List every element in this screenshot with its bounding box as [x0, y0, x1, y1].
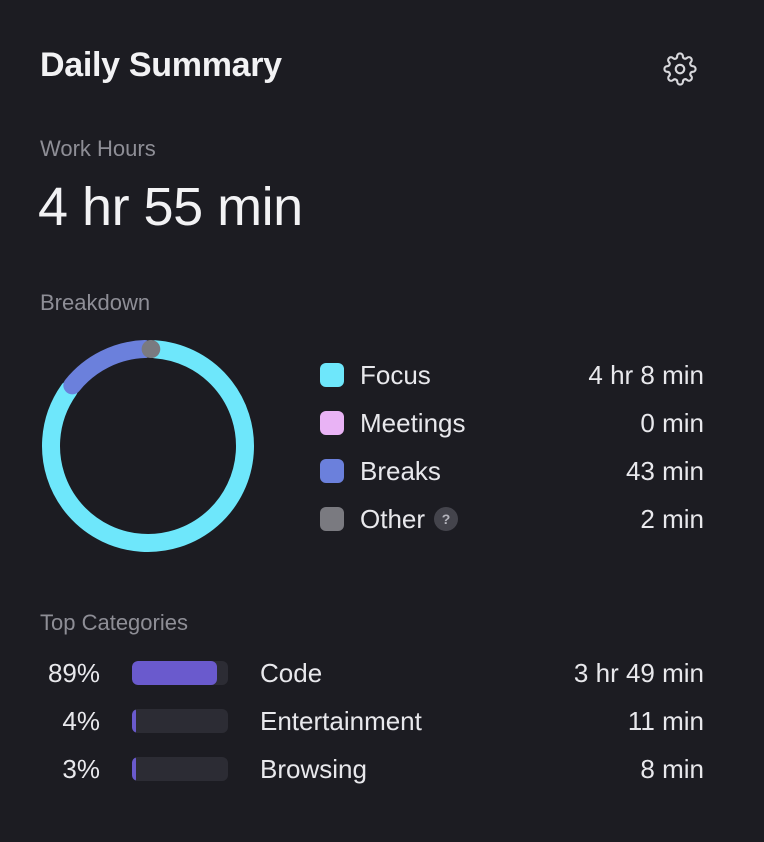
legend-value: 43 min — [625, 455, 704, 486]
meetings-swatch — [320, 411, 344, 435]
category-row-browsing: 3% Browsing 8 min — [40, 752, 704, 786]
category-row-code: 89% Code 3 hr 49 min — [40, 656, 704, 690]
other-swatch — [320, 507, 344, 531]
category-name: Entertainment — [260, 706, 422, 736]
page-title: Daily Summary — [40, 46, 282, 84]
breakdown-label: Breakdown — [40, 290, 151, 315]
category-bar-track — [132, 709, 228, 733]
category-percent: 3% — [62, 754, 100, 784]
legend-label: Focus — [360, 359, 431, 390]
legend-value: 0 min — [640, 407, 704, 438]
category-bar-track — [132, 757, 228, 781]
breakdown-donut-chart — [41, 339, 254, 552]
category-value: 8 min — [640, 754, 704, 784]
legend-label: Breaks — [360, 455, 441, 486]
legend-item-focus: Focus 4 hr 8 min — [320, 360, 704, 390]
donut-segment-breaks — [42, 339, 254, 552]
legend-item-breaks: Breaks 43 min — [320, 456, 704, 486]
legend-label: Other — [360, 503, 426, 534]
legend-item-meetings: Meetings 0 min — [320, 408, 704, 438]
category-percent: 4% — [62, 706, 100, 736]
category-name: Browsing — [260, 754, 367, 784]
category-row-entertainment: 4% Entertainment 11 min — [40, 704, 704, 738]
category-bar-track — [132, 661, 228, 685]
gear-icon[interactable] — [663, 52, 697, 86]
legend-value: 2 min — [640, 503, 704, 534]
category-bar-fill — [132, 757, 136, 781]
focus-swatch — [320, 363, 344, 387]
category-bar-fill — [132, 661, 218, 685]
category-bar-fill — [132, 709, 136, 733]
legend-value: 4 hr 8 min — [588, 359, 704, 390]
breaks-swatch — [320, 459, 344, 483]
category-percent: 89% — [47, 658, 100, 688]
work-hours-value: 4 hr 55 min — [38, 177, 303, 237]
category-value: 11 min — [627, 706, 704, 736]
legend-item-other: Other ? 2 min — [320, 504, 704, 534]
category-name: Code — [260, 658, 323, 688]
top-categories-label: Top Categories — [40, 610, 188, 635]
legend-label: Meetings — [360, 407, 466, 438]
category-value: 3 hr 49 min — [573, 658, 704, 688]
work-hours-label: Work Hours — [40, 136, 156, 161]
help-icon[interactable]: ? — [434, 507, 459, 531]
